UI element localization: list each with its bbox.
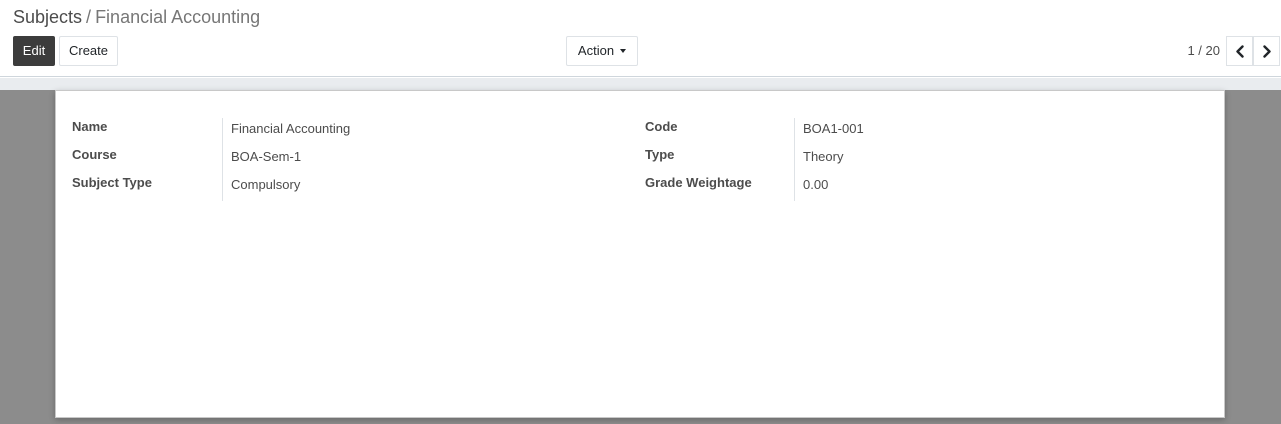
chevron-left-icon bbox=[1236, 45, 1244, 58]
field-value: BOA1-001 bbox=[803, 121, 864, 136]
field-label: Type bbox=[645, 147, 675, 162]
pager-value[interactable]: 1 / 20 bbox=[1176, 44, 1220, 58]
form-sheet: Name Financial Accounting Course BOA-Sem… bbox=[55, 90, 1225, 418]
breadcrumb-subjects-link[interactable]: Subjects bbox=[13, 7, 82, 27]
action-label: Action bbox=[577, 43, 615, 58]
breadcrumb-separator: / bbox=[86, 7, 92, 27]
pager-previous-button[interactable] bbox=[1226, 36, 1253, 66]
caret-down-icon bbox=[620, 49, 627, 53]
chevron-right-icon bbox=[1263, 45, 1271, 58]
field-value: Financial Accounting bbox=[231, 121, 351, 136]
action-dropdown-button[interactable]: Action bbox=[566, 36, 638, 66]
field-label: Subject Type bbox=[72, 175, 152, 190]
field-label: Grade Weightage bbox=[645, 175, 752, 190]
edit-button[interactable]: Edit bbox=[13, 36, 55, 66]
field-value: Theory bbox=[803, 149, 844, 164]
form-view-background: Name Financial Accounting Course BOA-Sem… bbox=[0, 78, 1281, 424]
pager-next-button[interactable] bbox=[1253, 36, 1280, 66]
control-panel: Subjects / Financial Accounting Edit Creat… bbox=[0, 0, 1281, 77]
create-button[interactable]: Create bbox=[59, 36, 118, 66]
breadcrumb: Subjects / Financial Accounting bbox=[13, 6, 260, 28]
field-divider bbox=[794, 118, 795, 201]
field-divider bbox=[222, 118, 223, 201]
breadcrumb-current: Financial Accounting bbox=[95, 7, 261, 27]
field-label: Course bbox=[72, 147, 117, 162]
field-value: Compulsory bbox=[231, 177, 301, 192]
field-label: Code bbox=[645, 119, 678, 134]
field-label: Name bbox=[72, 119, 108, 134]
field-value: 0.00 bbox=[803, 177, 829, 192]
field-value-link[interactable]: BOA-Sem-1 bbox=[231, 149, 301, 164]
